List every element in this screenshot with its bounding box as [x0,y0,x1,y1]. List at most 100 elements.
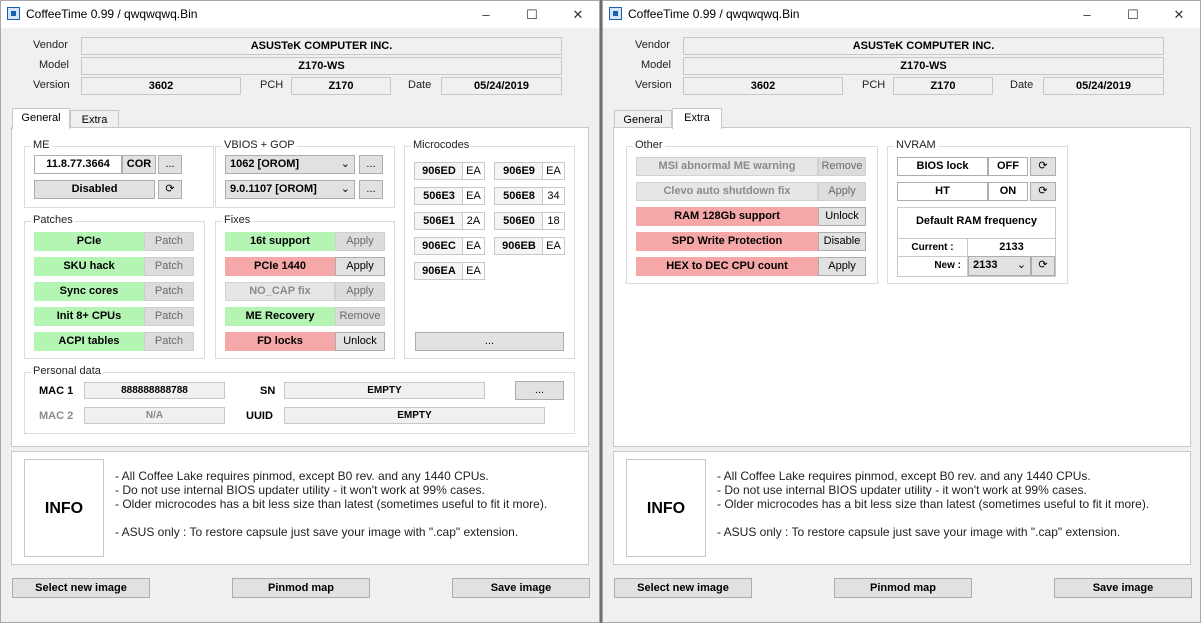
gop-more-button[interactable]: ... [359,180,383,199]
info-panel: INFO - All Coffee Lake requires pinmod, … [613,451,1191,565]
tab-general[interactable]: General [12,108,70,129]
me-version-field: 11.8.77.3664 [34,155,122,174]
vbios-select[interactable]: 1062 [OROM] ⌄ [225,155,355,174]
microcode-item[interactable]: 506E3 EA [414,187,485,205]
title-bar[interactable]: CoffeeTime 0.99 / qwqwqwq.Bin – ☐ ✕ [1,1,599,28]
select-new-image-button[interactable]: Select new image [12,578,150,598]
gop-select-value: 9.0.1107 [OROM] [230,183,317,195]
gop-select[interactable]: 9.0.1107 [OROM] ⌄ [225,180,355,199]
title-bar[interactable]: CoffeeTime 0.99 / qwqwqwq.Bin – ☐ ✕ [603,1,1200,28]
maximize-icon[interactable]: ☐ [509,1,555,28]
refresh-icon[interactable]: ⟳ [1030,157,1056,176]
mac2-field[interactable]: N/A [84,407,225,424]
microcode-id: 906EB [502,240,536,252]
microcode-id: 506E8 [503,190,535,202]
microcode-item[interactable]: 506E8 34 [494,187,565,205]
model-field: Z170-WS [683,57,1164,75]
microcode-item[interactable]: 906EB EA [494,237,565,255]
fix-16t-label: 16t support [225,232,335,251]
patch-sync-button[interactable]: Patch [144,282,194,301]
me-more-button[interactable]: ... [158,155,182,174]
pinmod-map-button[interactable]: Pinmod map [834,578,972,598]
patch-init-label: Init 8+ CPUs [34,307,144,326]
extra-panel: Other MSI abnormal ME warning Remove Cle… [613,127,1191,447]
vendor-label: Vendor [33,39,68,51]
fix-pcie1440-button[interactable]: Apply [335,257,385,276]
pch-label: PCH [862,79,886,91]
personal-more-button[interactable]: ... [515,381,564,400]
other-hex-label: HEX to DEC CPU count [636,257,818,276]
nvram-group: NVRAM BIOS lock OFF ⟳ HT ON ⟳ Default RA… [887,139,1068,284]
other-clevo-label: Clevo auto shutdown fix [636,182,818,201]
microcode-rev: 2A [462,213,484,229]
patch-pcie-button[interactable]: Patch [144,232,194,251]
microcode-rev: EA [462,238,484,254]
mac1-field[interactable]: 888888888788 [84,382,225,399]
close-icon[interactable]: ✕ [555,1,601,28]
patch-acpi-label: ACPI tables [34,332,144,351]
save-image-button[interactable]: Save image [452,578,590,598]
microcode-item[interactable]: 906EA EA [414,262,485,280]
fix-pcie1440-label: PCIe 1440 [225,257,335,276]
other-spd-button[interactable]: Disable [818,232,866,251]
current-value: 2133 [968,238,1055,256]
fix-merecovery-button[interactable]: Remove [335,307,385,326]
vbios-group-title: VBIOS + GOP [222,139,297,151]
other-clevo-button[interactable]: Apply [818,182,866,201]
select-new-image-button[interactable]: Select new image [614,578,752,598]
other-hex-button[interactable]: Apply [818,257,866,276]
fix-16t-button[interactable]: Apply [335,232,385,251]
minimize-icon[interactable]: – [1064,1,1110,28]
pinmod-map-button[interactable]: Pinmod map [232,578,370,598]
refresh-icon[interactable]: ⟳ [1031,256,1055,276]
close-icon[interactable]: ✕ [1156,1,1201,28]
nvram-group-title: NVRAM [894,139,938,151]
other-group: Other MSI abnormal ME warning Remove Cle… [626,139,878,284]
patch-pcie-label: PCIe [34,232,144,251]
microcodes-more-button[interactable]: ... [415,332,564,351]
uuid-label: UUID [246,410,273,422]
microcode-item[interactable]: 906EC EA [414,237,485,255]
mac2-label: MAC 2 [39,410,74,422]
minimize-icon[interactable]: – [463,1,509,28]
new-frequency-select[interactable]: 2133 ⌄ [968,256,1031,276]
vendor-label: Vendor [635,39,670,51]
fix-fdlocks-button[interactable]: Unlock [335,332,385,351]
patch-sync-label: Sync cores [34,282,144,301]
patch-sku-button[interactable]: Patch [144,257,194,276]
sn-field[interactable]: EMPTY [284,382,485,399]
ht-value: ON [988,182,1028,201]
microcodes-group: Microcodes 906ED EA 906E9 EA 506E3 EA 506E8… [404,139,575,359]
microcode-rev: EA [462,188,484,204]
chevron-down-icon: ⌄ [340,158,350,170]
microcode-item[interactable]: 506E1 2A [414,212,485,230]
patch-init-button[interactable]: Patch [144,307,194,326]
window-left: CoffeeTime 0.99 / qwqwqwq.Bin – ☐ ✕ Vend… [0,0,600,623]
uuid-field[interactable]: EMPTY [284,407,545,424]
me-group: ME 11.8.77.3664 COR ... Disabled ⟳ [24,139,214,208]
version-field: 3602 [81,77,241,95]
date-field: 05/24/2019 [1043,77,1164,95]
general-panel: ME 11.8.77.3664 COR ... Disabled ⟳ VBIOS… [11,127,589,447]
refresh-icon[interactable]: ⟳ [1030,182,1056,201]
save-image-button[interactable]: Save image [1054,578,1192,598]
chevron-down-icon: ⌄ [340,183,350,195]
other-ram128-label: RAM 128Gb support [636,207,818,226]
fix-nocap-button[interactable]: Apply [335,282,385,301]
microcode-item[interactable]: 506E0 18 [494,212,565,230]
maximize-icon[interactable]: ☐ [1110,1,1156,28]
patch-acpi-button[interactable]: Patch [144,332,194,351]
fix-merecovery-label: ME Recovery [225,307,335,326]
fixes-group-title: Fixes [222,214,253,226]
other-msi-button[interactable]: Remove [818,157,866,176]
chevron-down-icon: ⌄ [1016,259,1026,271]
refresh-icon[interactable]: ⟳ [158,180,182,199]
tab-extra[interactable]: Extra [672,108,722,129]
patch-sku-label: SKU hack [34,257,144,276]
other-ram128-button[interactable]: Unlock [818,207,866,226]
microcode-item[interactable]: 906E9 EA [494,162,565,180]
vbios-more-button[interactable]: ... [359,155,383,174]
microcode-item[interactable]: 906ED EA [414,162,485,180]
personal-data-title: Personal data [31,365,103,377]
date-label: Date [408,79,432,91]
